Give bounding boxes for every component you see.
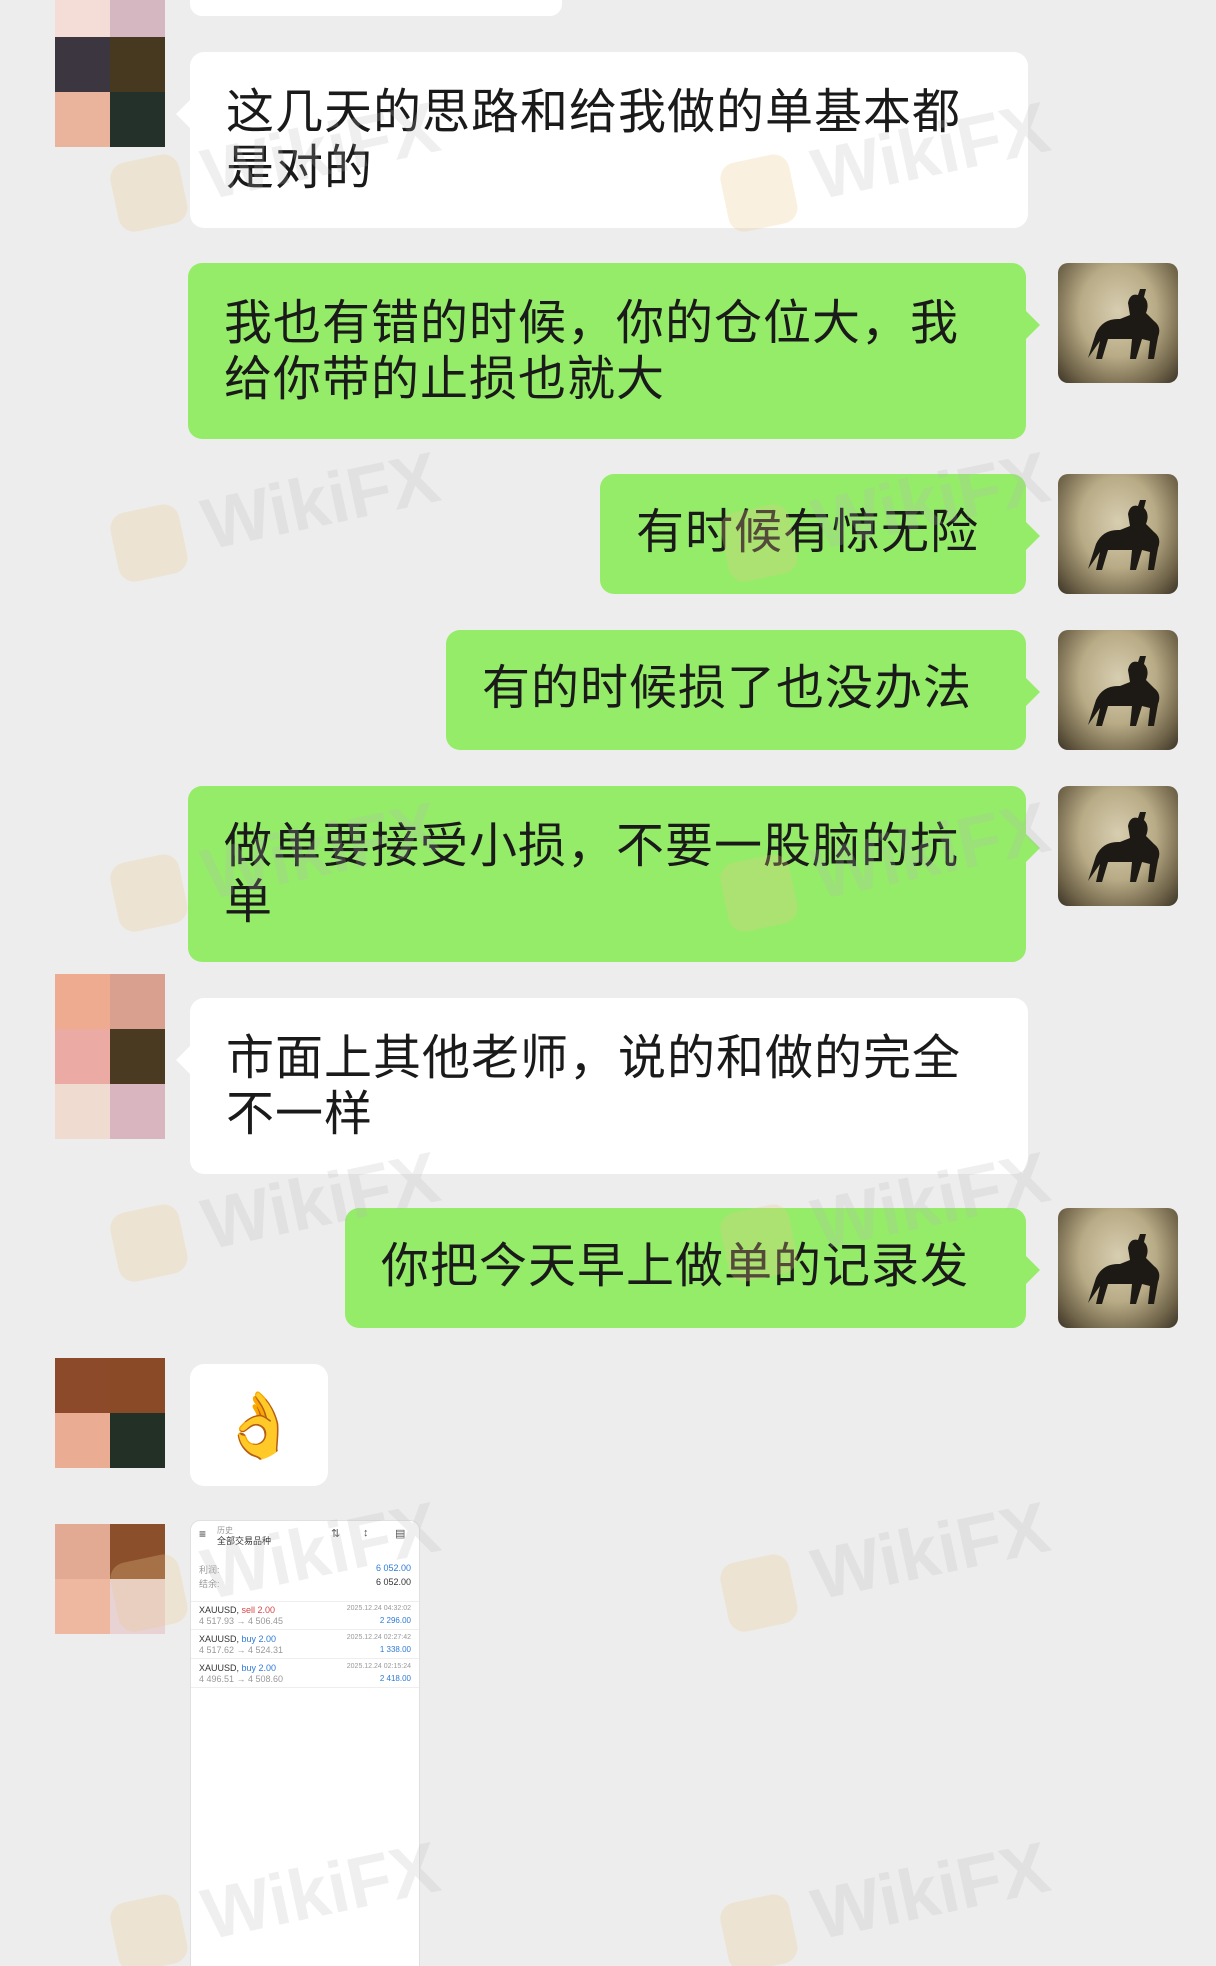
wikifx-logo-icon: [717, 1551, 801, 1635]
divider: [191, 1687, 419, 1688]
divider: [191, 1601, 419, 1602]
user-avatar[interactable]: [1058, 474, 1178, 594]
trade-profit: 2 418.00: [379, 1674, 411, 1683]
summary-value: 6 052.00: [375, 1577, 411, 1587]
trade-time: 2025.12.24 02:15:24: [346, 1663, 411, 1670]
message-line: 做单要接受小损，不要一股脑的抗: [224, 818, 960, 874]
message-line: 你把今天早上做单的记录发: [381, 1238, 970, 1294]
ok-hand-emoji-icon: 👌: [219, 1388, 299, 1463]
user-avatar[interactable]: [1058, 1208, 1178, 1328]
message-line: 我也有错的时候，你的仓位大，我: [224, 295, 960, 351]
user-avatar[interactable]: [1058, 786, 1178, 906]
rider-silhouette-icon: [1088, 289, 1160, 359]
contact-avatar[interactable]: [55, 0, 165, 147]
message-line: 这几天的思路和给我做的单基本都: [226, 84, 962, 140]
trade-time: 2025.12.24 02:27:42: [346, 1634, 411, 1641]
divider: [191, 1658, 419, 1659]
message-line: 不一样: [226, 1086, 374, 1142]
trade-side: buy 2.00: [241, 1634, 277, 1644]
rider-silhouette-icon: [1088, 500, 1160, 570]
wikifx-logo-icon: [107, 851, 191, 935]
trade-time: 2025.12.24 04:32:02: [346, 1605, 411, 1612]
trade-profit: 1 338.00: [379, 1645, 411, 1654]
trade-symbol: XAUUSD,: [199, 1634, 240, 1644]
wikifx-logo-icon: [717, 1891, 801, 1966]
trade-symbol: XAUUSD,: [199, 1663, 240, 1673]
contact-avatar[interactable]: [55, 1524, 165, 1634]
message-line: 是对的: [226, 140, 374, 196]
message-bubble-received[interactable]: 市面上其他老师，说的和做的完全 不一样: [176, 998, 1028, 1174]
rider-silhouette-icon: [1088, 1234, 1160, 1304]
message-bubble-sent[interactable]: 有时候有惊无险: [600, 474, 1040, 594]
wikifx-watermark: WikiFX: [715, 1486, 1056, 1635]
user-avatar[interactable]: [1058, 630, 1178, 750]
image-message-trade-history[interactable]: ≡ 历史 全部交易品种 ⇅ ↕ ▤ 利润: 6 052.00 结余: 6 052…: [190, 1520, 420, 1966]
message-bubble-received[interactable]: 👌: [190, 1364, 328, 1486]
message-line: 市面上其他老师，说的和做的完全: [226, 1030, 962, 1086]
divider: [191, 1629, 419, 1630]
trade-side: sell 2.00: [241, 1605, 276, 1615]
user-avatar[interactable]: [1058, 263, 1178, 383]
message-bubble-sent[interactable]: 有的时候损了也没办法: [446, 630, 1040, 750]
wikifx-logo-icon: [107, 1201, 191, 1285]
wikifx-logo-icon: [107, 1891, 191, 1966]
message-bubble-sent[interactable]: 做单要接受小损，不要一股脑的抗 单: [188, 786, 1040, 962]
contact-avatar[interactable]: [55, 1358, 165, 1468]
contact-avatar[interactable]: [55, 974, 165, 1139]
wikifx-logo-icon: [107, 151, 191, 235]
message-line: 有时候有惊无险: [636, 504, 980, 560]
rider-silhouette-icon: [1088, 812, 1160, 882]
wikifx-watermark: WikiFX: [715, 1826, 1056, 1966]
trade-symbol: XAUUSD,: [199, 1605, 240, 1615]
trade-side: buy 2.00: [241, 1663, 277, 1673]
message-line: 单: [224, 874, 274, 930]
calendar-icon: ▤: [395, 1528, 406, 1540]
trade-profit: 2 296.00: [379, 1616, 411, 1625]
chat-screen: 这几天的思路和给我做的单基本都 是对的 我也有错的时候，你的仓位大，我 给你带的…: [0, 0, 1216, 1966]
rider-silhouette-icon: [1088, 656, 1160, 726]
message-bubble-sent[interactable]: 我也有错的时候，你的仓位大，我 给你带的止损也就大: [188, 263, 1040, 439]
message-line: 给你带的止损也就大: [224, 351, 666, 407]
wikifx-logo-icon: [107, 501, 191, 585]
message-bubble-sent[interactable]: 你把今天早上做单的记录发: [345, 1208, 1040, 1328]
message-bubble-received[interactable]: 这几天的思路和给我做的单基本都 是对的: [176, 52, 1028, 228]
partial-bubble-top[interactable]: [190, 0, 562, 16]
summary-value: 6 052.00: [375, 1563, 411, 1573]
wikifx-watermark: WikiFX: [105, 436, 446, 585]
message-line: 有的时候损了也没办法: [482, 660, 973, 716]
